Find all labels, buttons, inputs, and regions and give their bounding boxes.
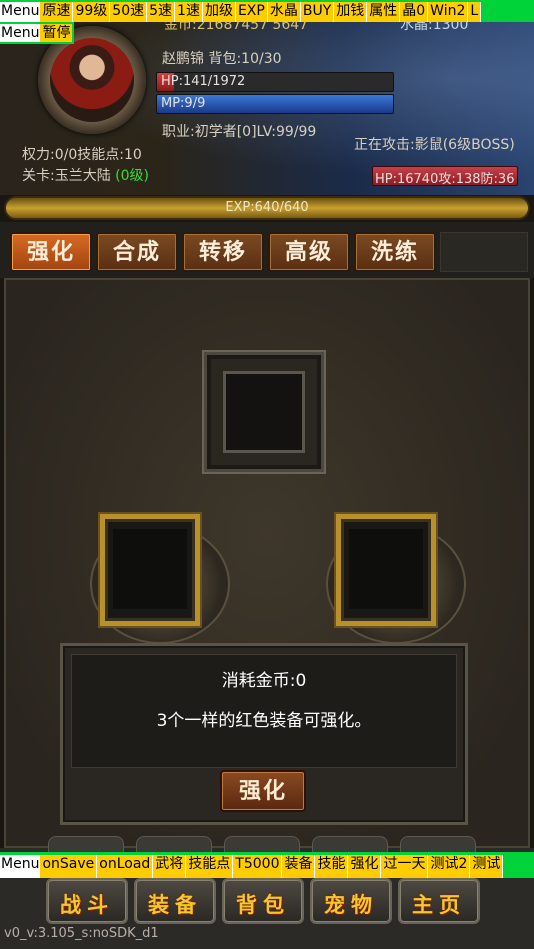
material-slot-right[interactable] xyxy=(326,514,466,644)
debug-btn-attributes[interactable]: 属性 xyxy=(367,2,401,22)
stage-name: 关卡:玉兰大陆 xyxy=(22,168,116,184)
target-equipment-slot[interactable] xyxy=(204,352,324,472)
tab-xilian[interactable]: 洗练 xyxy=(354,232,436,272)
tab-bar: 强化 合成 转移 高级 洗练 xyxy=(0,222,534,278)
debug-btn-buy[interactable]: BUY xyxy=(300,2,335,22)
debug-btn-level-99[interactable]: 99级 xyxy=(73,2,111,22)
debug-menu-second-label: Menu xyxy=(0,24,41,42)
enemy-stats-label: HP:16740攻:138防:36 xyxy=(375,172,515,186)
nav-equipment-button[interactable]: 装备 xyxy=(134,878,216,924)
attack-target: 正在攻击:影鼠(6级BOSS) xyxy=(354,137,515,153)
debug-menu-top: Menu 原速 99级 50速 5速 1速 加级 EXP 水晶 BUY 加钱 属… xyxy=(0,0,534,22)
material-slot-right-inner xyxy=(349,529,423,609)
target-slot-inner xyxy=(223,371,305,453)
debug-menu-bottom: Menu onSave onLoad 武将 技能点 T5000 装备 技能 强化… xyxy=(0,852,534,878)
debug-btn-crystal[interactable]: 水晶 xyxy=(267,2,301,22)
debug-menu-second: Menu 暂停 xyxy=(0,22,75,44)
tab-zhuanyi[interactable]: 转移 xyxy=(182,232,264,272)
debug-btn-onload[interactable]: onLoad xyxy=(97,855,154,878)
nav-battle-label: 战斗 xyxy=(60,892,114,917)
nav-home-button[interactable]: 主页 xyxy=(398,878,480,924)
debug-btn-test2[interactable]: 测试2 xyxy=(428,855,471,878)
nav-pet-label: 宠物 xyxy=(324,892,378,917)
debug-btn-exp[interactable]: EXP xyxy=(235,2,268,22)
stage-info: 关卡:玉兰大陆 (0级) xyxy=(22,165,149,185)
debug-btn-speed-50[interactable]: 50速 xyxy=(110,2,148,22)
debug-btn-l[interactable]: L xyxy=(468,2,482,22)
debug-btn-speed-5[interactable]: 5速 xyxy=(147,2,176,22)
material-slot-right-frame xyxy=(336,514,436,626)
tab-hecheng[interactable]: 合成 xyxy=(96,232,178,272)
hint-text: 3个一样的红色装备可强化。 xyxy=(156,711,372,731)
nav-pet-button[interactable]: 宠物 xyxy=(310,878,392,924)
debug-btn-general[interactable]: 武将 xyxy=(153,855,187,878)
nav-equipment-label: 装备 xyxy=(148,892,202,917)
debug-btn-skill[interactable]: 技能 xyxy=(315,855,349,878)
debug-btn-add-level[interactable]: 加级 xyxy=(202,2,236,22)
cost-text: 消耗金币:0 xyxy=(221,671,307,691)
job-level: 职业:初学者[0]LV:99/99 xyxy=(162,124,317,140)
tab-qianghua[interactable]: 强化 xyxy=(10,232,92,272)
mp-label: MP:9/9 xyxy=(161,96,206,111)
debug-btn-pause[interactable]: 暂停 xyxy=(40,24,73,42)
debug-btn-t5000[interactable]: T5000 xyxy=(233,855,283,878)
avatar[interactable] xyxy=(50,38,134,122)
stage-level: (0级) xyxy=(115,168,150,184)
debug-btn-crystal-0[interactable]: 晶0 xyxy=(400,2,429,22)
power-skill: 权力:0/0技能点:10 xyxy=(22,147,142,163)
nav-bag-label: 背包 xyxy=(236,892,290,917)
debug-menu-bottom-label: Menu xyxy=(0,855,41,878)
tab-bar-filler xyxy=(440,232,528,272)
debug-btn-skill-points[interactable]: 技能点 xyxy=(186,855,234,878)
nav-home-label: 主页 xyxy=(412,892,466,917)
debug-btn-speed-normal[interactable]: 原速 xyxy=(40,2,74,22)
player-name-bag: 赵鹏锦 背包:10/30 xyxy=(162,51,282,67)
material-slot-left-frame xyxy=(100,514,200,626)
debug-btn-test[interactable]: 测试 xyxy=(470,855,504,878)
debug-btn-add-money[interactable]: 加钱 xyxy=(334,2,368,22)
debug-btn-speed-1[interactable]: 1速 xyxy=(175,2,203,22)
exp-bar: EXP:640/640 xyxy=(4,196,530,220)
debug-menu-top-label: Menu xyxy=(0,2,41,22)
debug-btn-onsave[interactable]: onSave xyxy=(40,855,98,878)
hp-bar: HP:141/1972 xyxy=(156,72,394,92)
exp-label: EXP:640/640 xyxy=(225,200,309,215)
enemy-stats-bar: HP:16740攻:138防:36 xyxy=(372,166,518,186)
tab-gaoji[interactable]: 高级 xyxy=(268,232,350,272)
enhance-confirm-button[interactable]: 强化 xyxy=(220,770,306,812)
nav-battle-button[interactable]: 战斗 xyxy=(46,878,128,924)
debug-btn-enhance[interactable]: 强化 xyxy=(348,855,382,878)
version-text: v0_v:3.105_s:noSDK_d1 xyxy=(4,926,159,941)
debug-btn-pass-day[interactable]: 过一天 xyxy=(381,855,429,878)
nav-bag-button[interactable]: 背包 xyxy=(222,878,304,924)
material-slot-left-inner xyxy=(113,529,187,609)
debug-btn-win2[interactable]: Win2 xyxy=(428,2,469,22)
hp-label: HP:141/1972 xyxy=(161,74,246,89)
material-slot-left[interactable] xyxy=(90,514,230,644)
mp-bar: MP:9/9 xyxy=(156,94,394,114)
debug-btn-equipment[interactable]: 装备 xyxy=(282,855,316,878)
